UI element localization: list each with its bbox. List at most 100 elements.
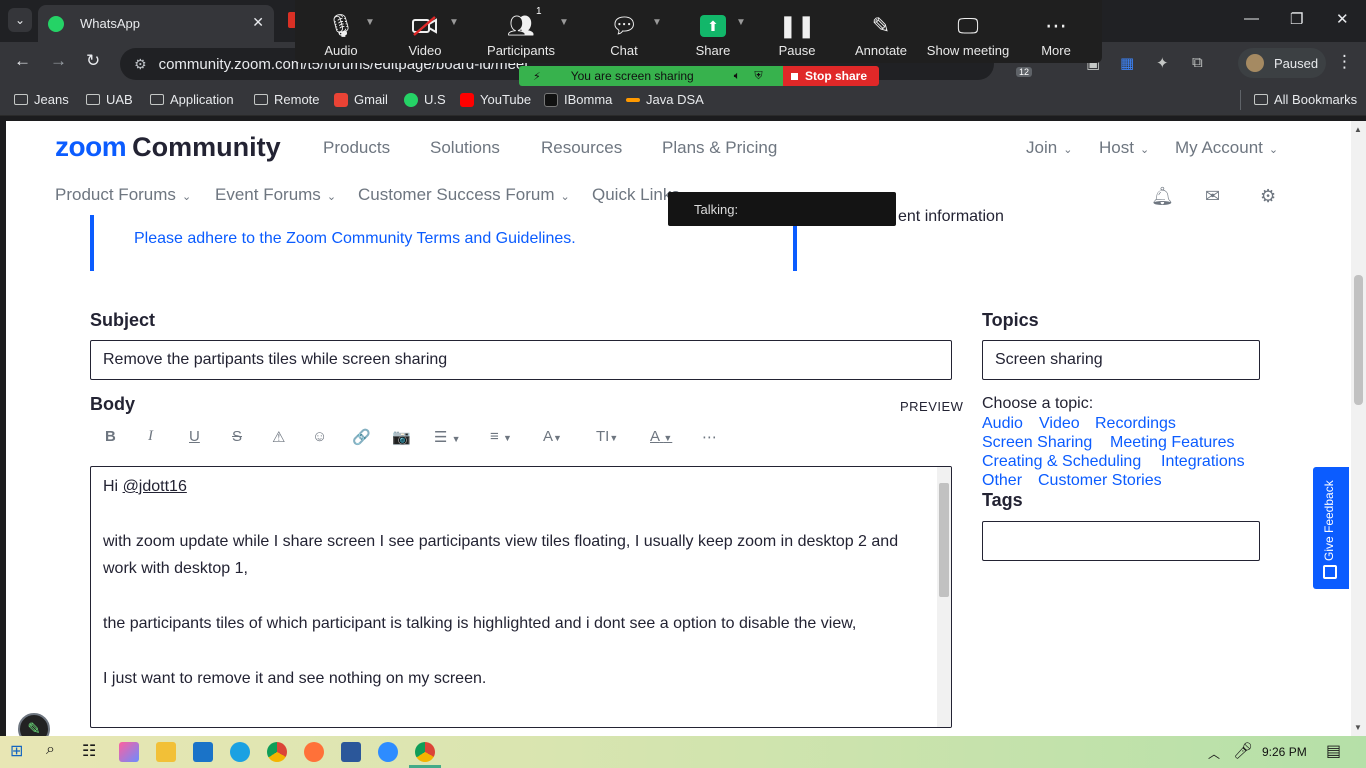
user-mention[interactable]: @jdott16 [123,478,187,495]
scroll-down-icon[interactable]: ▼ [1354,723,1362,732]
all-bookmarks[interactable]: All Bookmarks [1254,92,1357,107]
browser-tab-whatsapp[interactable]: WhatsApp ✕ [38,5,274,42]
stop-share-button[interactable]: Stop share [783,66,879,86]
bookmark-application[interactable]: Application [150,92,234,107]
reload-icon[interactable]: ↻ [86,51,100,71]
nav-join[interactable]: Join ⌄ [1026,138,1072,158]
notifications-bell-icon[interactable]: 🔔︎ [1151,186,1174,207]
nav-customer-success-forum[interactable]: Customer Success Forum ⌄ [358,185,570,205]
font-size-icon[interactable]: TI▼ [596,428,618,445]
tab-search-button[interactable]: ⌄ [8,8,32,32]
settings-gear-icon[interactable]: ⚙ [1260,186,1276,207]
tab-close-icon[interactable]: ✕ [252,14,264,31]
topic-video[interactable]: Video [1039,415,1080,433]
zoom-annotate-button[interactable]: ✎ Annotate [841,9,921,58]
zoom-app-icon[interactable] [378,742,398,762]
subject-input[interactable]: Remove the partipants tiles while screen… [90,340,952,380]
terms-guidelines-link[interactable]: Please adhere to the Zoom Community Term… [134,230,576,248]
bold-button[interactable]: B [105,428,116,445]
close-window-icon[interactable]: ✕ [1336,10,1349,28]
chevron-down-icon[interactable]: ▼ [559,17,569,28]
chevron-down-icon[interactable]: ▼ [736,17,746,28]
topic-integrations[interactable]: Integrations [1161,453,1245,471]
preview-button[interactable]: PREVIEW [900,399,963,414]
bookmark-gmail[interactable]: Gmail [334,92,388,107]
back-icon[interactable]: ← [14,51,31,71]
page-scrollbar[interactable]: ▲ ▼ [1351,121,1366,736]
messages-envelope-icon[interactable]: ✉ [1205,186,1220,207]
extensions-puzzle-icon[interactable]: ⧉ [1192,54,1203,71]
topic-customer-stories[interactable]: Customer Stories [1038,472,1162,490]
nav-event-forums[interactable]: Event Forums ⌄ [215,185,336,205]
extension-icon[interactable]: ✦ [1156,54,1169,72]
browser-menu-icon[interactable]: ⋮ [1336,52,1353,72]
font-family-icon[interactable]: A▼ [543,428,562,445]
search-icon[interactable]: ⌕ [46,741,55,759]
tray-overflow-icon[interactable]: ︿ [1208,745,1220,762]
bookmark-uab[interactable]: UAB [86,92,133,107]
nav-product-forums[interactable]: Product Forums ⌄ [55,185,191,205]
chevron-down-icon[interactable]: ▼ [449,17,459,28]
text-color-icon[interactable]: A ▼ [650,428,672,445]
topic-audio[interactable]: Audio [982,415,1023,433]
nav-host[interactable]: Host ⌄ [1099,138,1149,158]
zoom-show-meeting-button[interactable]: 🖵︎ Show meeting [918,9,1018,58]
edge-icon[interactable] [230,742,250,762]
zoom-community-logo[interactable]: zoom Community [55,131,281,163]
give-feedback-tab[interactable]: Give Feedback [1313,467,1349,589]
bookmark-jeans[interactable]: Jeans [14,92,69,107]
chevron-down-icon[interactable]: ▼ [652,17,662,28]
site-info-icon[interactable]: ⚙ [134,56,147,73]
screen-sharing-status[interactable]: ⚡ You are screen sharing 🔈︎ ⛨ [519,66,783,86]
chrome-icon[interactable] [415,742,435,762]
zoom-more-button[interactable]: ⋯ More [1016,9,1096,58]
topic-other[interactable]: Other [982,472,1022,490]
file-explorer-icon[interactable] [156,742,176,762]
topic-meeting-features[interactable]: Meeting Features [1110,434,1235,452]
firefox-icon[interactable] [304,742,324,762]
topics-input[interactable]: Screen sharing [982,340,1260,380]
zoom-pause-button[interactable]: ❚❚ Pause [757,9,837,58]
nav-plans-pricing[interactable]: Plans & Pricing [662,138,777,158]
zoom-participants-button[interactable]: 👥︎ Participants [481,9,561,58]
topic-recordings[interactable]: Recordings [1095,415,1176,433]
italic-button[interactable]: I [148,428,153,445]
bullet-list-icon[interactable]: ≡ ▼ [490,428,512,445]
bookmark-youtube[interactable]: YouTube [460,92,531,107]
topic-creating-scheduling[interactable]: Creating & Scheduling [982,453,1141,471]
restore-icon[interactable]: ❐ [1290,10,1303,28]
nav-quick-links[interactable]: Quick Links [592,185,680,205]
bookmark-remote[interactable]: Remote [254,92,320,107]
bookmark-us[interactable]: U.S [404,92,446,107]
copilot-icon[interactable] [119,742,139,762]
teams-extension-icon[interactable]: ▦ [1120,54,1134,72]
chevron-down-icon[interactable]: ▼ [365,17,375,28]
emoji-icon[interactable]: ☺ [312,428,327,445]
windows-start-icon[interactable]: ⊞ [10,741,23,761]
more-options-icon[interactable]: ⋯ [702,428,717,446]
camera-icon[interactable]: 📷 [392,428,411,446]
editor-scrollbar-thumb[interactable] [939,483,949,597]
edit-pencil-icon[interactable]: ✎ [18,713,50,736]
forward-icon[interactable]: → [50,51,67,71]
clock[interactable]: 9:26 PM [1262,745,1307,759]
notification-center-icon[interactable]: ▤ [1326,741,1341,761]
numbered-list-icon[interactable]: ☰ ▼ [434,428,461,446]
spoiler-warning-icon[interactable]: ⚠ [272,428,285,446]
chrome-icon[interactable] [267,742,287,762]
scroll-up-icon[interactable]: ▲ [1354,125,1362,134]
task-view-icon[interactable]: ☷ [82,741,96,761]
body-editor[interactable]: Hi @jdott16 with zoom update while I sha… [90,466,952,728]
minimize-icon[interactable]: — [1244,10,1259,27]
tags-input[interactable] [982,521,1260,561]
link-icon[interactable]: 🔗 [352,428,371,446]
topic-screen-sharing[interactable]: Screen Sharing [982,434,1092,452]
editor-scrollbar[interactable] [937,467,951,727]
microphone-icon[interactable]: 🎤︎ [1233,741,1253,761]
nav-my-account[interactable]: My Account ⌄ [1175,138,1278,158]
profile-button[interactable]: Paused [1238,48,1326,78]
nav-resources[interactable]: Resources [541,138,622,158]
bookmark-java-dsa[interactable]: Java DSA [626,92,704,107]
page-scrollbar-thumb[interactable] [1354,275,1363,405]
bookmark-ibomma[interactable]: IBomma [544,92,612,107]
